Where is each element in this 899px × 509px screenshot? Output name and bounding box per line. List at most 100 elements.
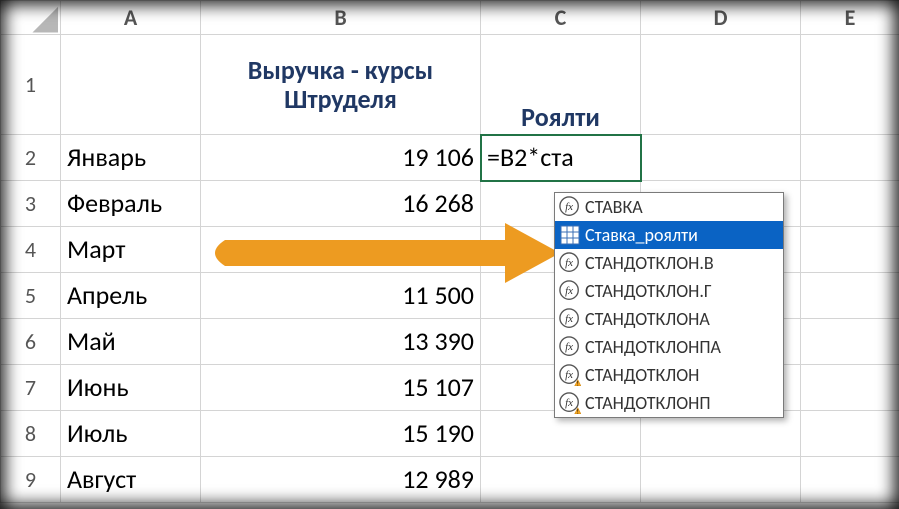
col-header-E[interactable]: E — [801, 1, 899, 35]
revenue-value: 15 107 — [201, 371, 480, 404]
cell-E9[interactable] — [801, 457, 899, 503]
row-header-4[interactable]: 4 — [1, 227, 61, 273]
col-header-B[interactable]: B — [201, 1, 481, 35]
autocomplete-label: СТАВКА — [585, 196, 643, 218]
cell-B7[interactable]: 15 107 — [201, 365, 481, 411]
autocomplete-label: СТАНДОТКЛОН.В — [585, 252, 714, 274]
month-label: Май — [61, 325, 200, 358]
select-all-corner[interactable] — [1, 1, 61, 35]
cell-B4[interactable]: 18 134 — [201, 227, 481, 273]
col-header-D[interactable]: D — [641, 1, 801, 35]
cell-A1[interactable] — [61, 35, 201, 135]
header-royalty: Роялти — [481, 101, 640, 134]
cell-A3[interactable]: Февраль — [61, 181, 201, 227]
autocomplete-item[interactable]: fx!СТАНДОТКЛОНП — [555, 389, 783, 417]
svg-text:fx: fx — [565, 313, 573, 325]
cell-E7[interactable] — [801, 365, 899, 411]
autocomplete-label: СТАНДОТКЛОН — [585, 364, 699, 386]
function-icon: fx — [559, 336, 581, 358]
row-header-9[interactable]: 9 — [1, 457, 61, 503]
cell-A2[interactable]: Январь — [61, 135, 201, 181]
svg-text:!: ! — [577, 382, 579, 386]
row-header-2[interactable]: 2 — [1, 135, 61, 181]
svg-text:!: ! — [577, 410, 579, 414]
formula-text: =B2*ста — [487, 141, 574, 173]
revenue-value: 18 134 — [201, 233, 480, 266]
function-icon: fx — [559, 280, 581, 302]
svg-text:fx: fx — [565, 201, 573, 213]
cell-C1[interactable]: Роялти — [481, 35, 641, 135]
cell-E4[interactable] — [801, 227, 899, 273]
autocomplete-item[interactable]: fx СТАНДОТКЛОНПА — [555, 333, 783, 361]
autocomplete-label: СТАНДОТКЛОНПА — [585, 336, 721, 358]
col-header-C[interactable]: C — [481, 1, 641, 35]
cell-E3[interactable] — [801, 181, 899, 227]
cell-C9[interactable] — [481, 457, 641, 503]
cell-B9[interactable]: 12 989 — [201, 457, 481, 503]
svg-text:fx: fx — [565, 369, 573, 381]
row-header-3[interactable]: 3 — [1, 181, 61, 227]
autocomplete-item[interactable]: fx СТАНДОТКЛОН.В — [555, 249, 783, 277]
revenue-value: 19 106 — [201, 141, 480, 174]
cell-D9[interactable] — [641, 457, 801, 503]
revenue-value: 16 268 — [201, 187, 480, 220]
svg-text:fx: fx — [565, 257, 573, 269]
cell-E2[interactable] — [801, 135, 899, 181]
cell-A7[interactable]: Июнь — [61, 365, 201, 411]
col-header-A[interactable]: A — [61, 1, 201, 35]
formula-autocomplete-dropdown[interactable]: fxСТАВКАСтавка_роялтиfxСТАНДОТКЛОН.ВfxСТ… — [554, 192, 784, 418]
cell-A9[interactable]: Август — [61, 457, 201, 503]
cell-B1[interactable]: Выручка - курсы Штруделя — [201, 35, 481, 135]
row-header-5[interactable]: 5 — [1, 273, 61, 319]
revenue-value: 13 390 — [201, 325, 480, 358]
function-icon: fx — [559, 252, 581, 274]
month-label: Июнь — [61, 371, 200, 404]
month-label: Январь — [61, 141, 200, 174]
cell-B8[interactable]: 15 190 — [201, 411, 481, 457]
revenue-value: 11 500 — [201, 279, 480, 312]
cell-E5[interactable] — [801, 273, 899, 319]
month-label: Апрель — [61, 279, 200, 312]
month-label: Август — [61, 463, 200, 496]
function-icon: fx — [559, 308, 581, 330]
cell-A8[interactable]: Июль — [61, 411, 201, 457]
month-label: Февраль — [61, 187, 200, 220]
function-icon: fx — [559, 196, 581, 218]
row-header-1[interactable]: 1 — [1, 35, 61, 135]
cell-E8[interactable] — [801, 411, 899, 457]
cell-A5[interactable]: Апрель — [61, 273, 201, 319]
header-revenue: Выручка - курсы Штруделя — [201, 54, 480, 115]
revenue-value: 12 989 — [201, 463, 480, 496]
function-deprecated-icon: fx! — [559, 364, 581, 386]
svg-text:fx: fx — [565, 397, 573, 409]
autocomplete-label: Ставка_роялти — [585, 224, 698, 246]
function-deprecated-icon: fx! — [559, 392, 581, 414]
cell-A4[interactable]: Март — [61, 227, 201, 273]
svg-text:fx: fx — [565, 341, 573, 353]
cell-B6[interactable]: 13 390 — [201, 319, 481, 365]
row-header-6[interactable]: 6 — [1, 319, 61, 365]
cell-B2[interactable]: 19 106 — [201, 135, 481, 181]
autocomplete-label: СТАНДОТКЛОНП — [585, 392, 711, 414]
cell-D2[interactable] — [641, 135, 801, 181]
month-label: Март — [61, 233, 200, 266]
autocomplete-item[interactable]: Ставка_роялти — [555, 221, 783, 249]
cell-C2-active[interactable]: =B2*ста — [481, 135, 641, 181]
cell-A6[interactable]: Май — [61, 319, 201, 365]
autocomplete-item[interactable]: fx!СТАНДОТКЛОН — [555, 361, 783, 389]
cell-E6[interactable] — [801, 319, 899, 365]
row-header-8[interactable]: 8 — [1, 411, 61, 457]
autocomplete-label: СТАНДОТКЛОН.Г — [585, 280, 712, 302]
cell-E1[interactable] — [801, 35, 899, 135]
autocomplete-item[interactable]: fx СТАНДОТКЛОНА — [555, 305, 783, 333]
autocomplete-item[interactable]: fx СТАВКА — [555, 193, 783, 221]
row-header-7[interactable]: 7 — [1, 365, 61, 411]
month-label: Июль — [61, 417, 200, 450]
cell-B3[interactable]: 16 268 — [201, 181, 481, 227]
svg-text:fx: fx — [565, 285, 573, 297]
autocomplete-item[interactable]: fx СТАНДОТКЛОН.Г — [555, 277, 783, 305]
autocomplete-label: СТАНДОТКЛОНА — [585, 308, 710, 330]
named-range-icon — [559, 224, 581, 246]
cell-D1[interactable] — [641, 35, 801, 135]
cell-B5[interactable]: 11 500 — [201, 273, 481, 319]
